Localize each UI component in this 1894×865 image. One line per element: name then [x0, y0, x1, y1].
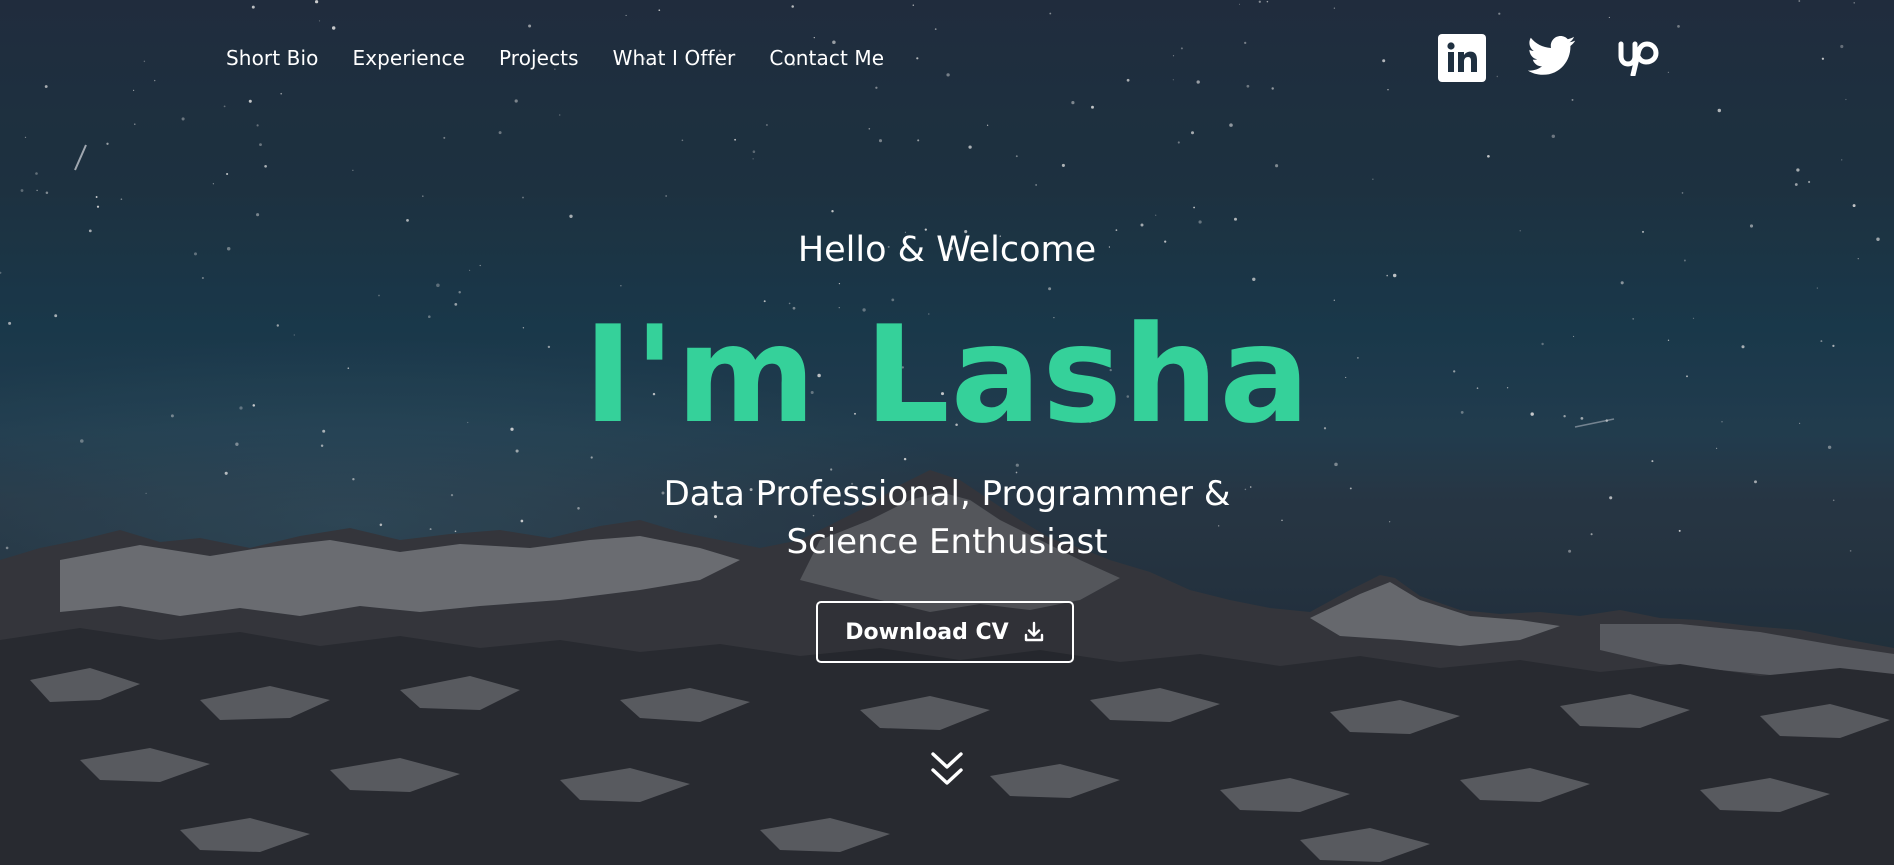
download-cv-label: Download CV: [845, 619, 1009, 645]
download-icon: [1023, 621, 1045, 643]
hero-greeting: Hello & Welcome: [797, 230, 1097, 270]
main-nav: Short Bio Experience Projects What I Off…: [226, 46, 918, 70]
twitter-icon[interactable]: [1527, 36, 1576, 80]
nav-projects[interactable]: Projects: [499, 46, 579, 70]
nav-short-bio[interactable]: Short Bio: [226, 46, 318, 70]
tagline-line-1: Data Professional, Programmer &: [663, 474, 1231, 514]
nav-experience[interactable]: Experience: [352, 46, 465, 70]
tagline-line-2: Science Enthusiast: [786, 522, 1108, 562]
hero-name: I'm Lasha: [583, 297, 1311, 453]
hero-tagline: Data Professional, Programmer & Science …: [597, 470, 1297, 566]
download-cv-button[interactable]: Download CV: [816, 601, 1074, 663]
linkedin-icon[interactable]: [1438, 34, 1486, 82]
nav-what-i-offer[interactable]: What I Offer: [613, 46, 736, 70]
double-chevron-down-icon[interactable]: [930, 751, 964, 789]
social-links: [1438, 34, 1670, 82]
nav-contact-me[interactable]: Contact Me: [769, 46, 884, 70]
upwork-icon[interactable]: [1616, 36, 1670, 80]
hero-section: Short Bio Experience Projects What I Off…: [0, 0, 1894, 865]
